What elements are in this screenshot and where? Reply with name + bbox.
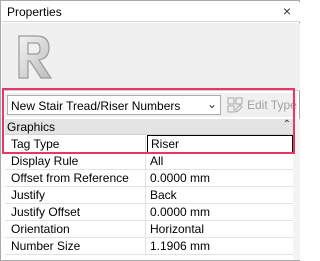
property-name: Orientation <box>7 221 146 237</box>
property-value[interactable]: Back <box>147 187 293 203</box>
property-name: Number Size <box>7 238 146 254</box>
type-selector-value: New Stair Tread/Riser Numbers <box>11 99 181 113</box>
property-value-input[interactable]: Riser <box>147 135 293 153</box>
property-value[interactable]: 1.1906 mm <box>147 238 293 254</box>
panel-title: Properties <box>7 5 62 19</box>
property-row-justify[interactable]: Justify Back <box>5 187 293 204</box>
property-row-number-size[interactable]: Number Size 1.1906 mm <box>5 238 293 255</box>
revit-r-icon <box>18 35 53 79</box>
chevron-down-icon: ⌄ <box>206 97 217 111</box>
property-row-tag-type[interactable]: Tag Type Riser <box>5 135 293 153</box>
property-name: Display Rule <box>7 153 146 169</box>
property-name: Justify Offset <box>7 204 146 220</box>
property-value[interactable]: 0.0000 mm <box>147 204 293 220</box>
edit-type-button[interactable]: Edit Type <box>225 95 297 115</box>
properties-panel: Properties × New Stair Tread/Riser Numbe… <box>0 0 300 261</box>
collapse-icon[interactable]: ⌃ <box>283 119 291 130</box>
edit-type-label: Edit Type <box>247 98 297 112</box>
type-preview-area <box>2 23 300 91</box>
property-value[interactable]: 0.0000 mm <box>147 170 293 186</box>
group-label: Graphics <box>7 120 56 134</box>
type-selector-row: New Stair Tread/Riser Numbers ⌄ Edit Typ… <box>5 93 297 117</box>
property-name: Justify <box>7 187 146 203</box>
property-name: Tag Type <box>7 136 146 152</box>
properties-grid: Graphics ⌃ Tag Type Riser Display Rule A… <box>5 119 293 260</box>
edit-type-icon <box>227 97 243 113</box>
type-selector-dropdown[interactable]: New Stair Tread/Riser Numbers ⌄ <box>7 95 221 115</box>
grid-scrollbar[interactable] <box>293 119 300 260</box>
property-row-display-rule[interactable]: Display Rule All <box>5 153 293 170</box>
property-row-orientation[interactable]: Orientation Horizontal <box>5 221 293 238</box>
property-row-offset-from-reference[interactable]: Offset from Reference 0.0000 mm <box>5 170 293 187</box>
property-value[interactable]: All <box>147 153 293 169</box>
close-icon[interactable]: × <box>280 4 294 18</box>
group-header-graphics[interactable]: Graphics ⌃ <box>5 119 293 135</box>
property-name: Offset from Reference <box>7 170 146 186</box>
property-row-justify-offset[interactable]: Justify Offset 0.0000 mm <box>5 204 293 221</box>
title-bar: Properties × <box>2 2 300 22</box>
property-value[interactable]: Horizontal <box>147 221 293 237</box>
